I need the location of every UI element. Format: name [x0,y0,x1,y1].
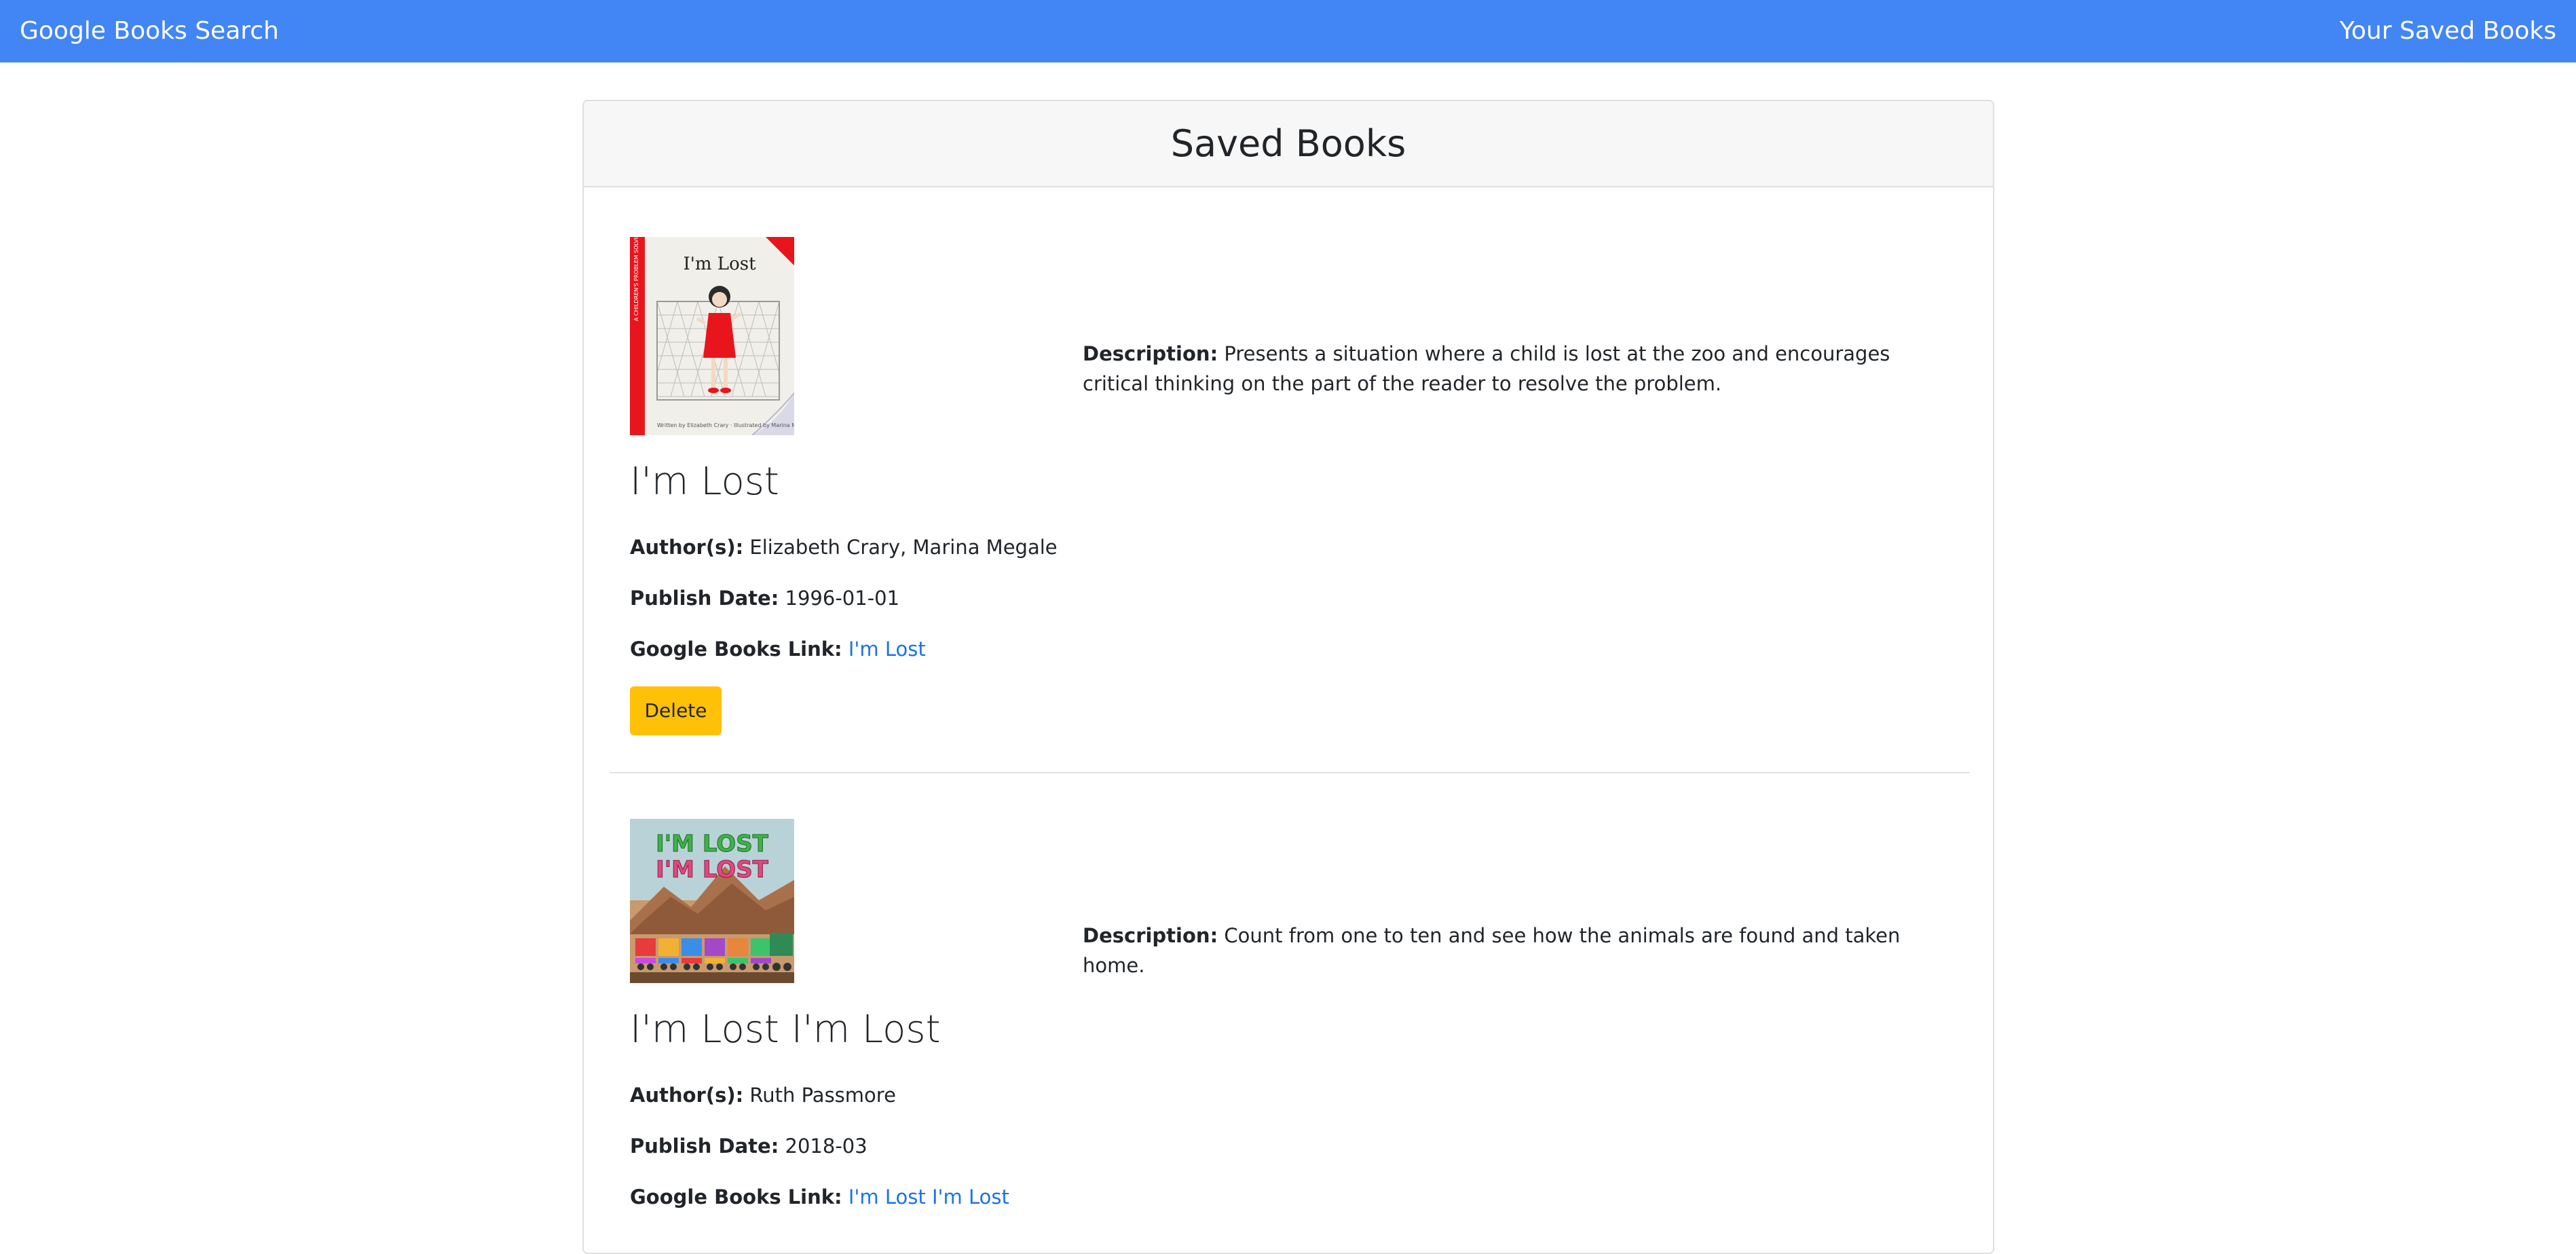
navbar: Google Books Search Your Saved Books [0,0,2576,62]
navbar-brand[interactable]: Google Books Search [20,0,279,62]
book-authors: Author(s): Ruth Passmore [630,1084,896,1107]
publish-date-label: Publish Date: [630,587,779,610]
authors-label: Author(s): [630,1084,744,1107]
description-label: Description: [1083,924,1218,947]
book-authors: Author(s): Elizabeth Crary, Marina Megal… [630,536,1058,559]
cover-title-text: I'm Lost [683,254,756,274]
authors-label: Author(s): [630,536,744,559]
card-title: Saved Books [584,101,1993,187]
google-books-link[interactable]: I'm Lost [848,638,926,661]
book-title: I'm Lost [630,460,779,504]
svg-text:A CHILDREN'S PROBLEM SOLVING B: A CHILDREN'S PROBLEM SOLVING BOOK [633,237,639,321]
google-books-link[interactable]: I'm Lost I'm Lost [848,1185,1009,1209]
google-link-label: Google Books Link: [630,638,842,661]
book-cover-image: I'M LOST I'M LOST [630,819,794,983]
book-title: I'm Lost I'm Lost [630,1008,941,1052]
authors-value: Elizabeth Crary, Marina Megale [749,536,1058,559]
cover-title-text-line1: I'M LOST [656,830,769,857]
cover-title-text-line2: I'M LOST [656,856,769,883]
google-link-label: Google Books Link: [630,1185,842,1209]
book-divider [610,772,1970,773]
book-publish-date: Publish Date: 2018-03 [630,1135,867,1158]
book-description: Description: Presents a situation where … [1083,339,1958,399]
authors-value: Ruth Passmore [749,1084,896,1107]
book-publish-date: Publish Date: 1996-01-01 [630,587,899,610]
book-google-link: Google Books Link: I'm Lost I'm Lost [630,1185,1009,1209]
publish-date-label: Publish Date: [630,1135,779,1158]
saved-books-card: Saved Books A CHILDREN'S PROBLEM SOLVING… [582,100,1994,1254]
publish-date-value: 1996-01-01 [785,587,900,610]
saved-books-link[interactable]: Your Saved Books [2340,0,2556,62]
book-cover-image: A CHILDREN'S PROBLEM SOLVING BOOK I'm Lo… [630,237,794,435]
book-description: Description: Count from one to ten and s… [1083,921,1958,980]
delete-button[interactable]: Delete [630,686,722,735]
book-google-link: Google Books Link: I'm Lost [630,638,926,661]
description-label: Description: [1083,342,1218,365]
svg-text:Written by Elizabeth Crary · I: Written by Elizabeth Crary · Illustrated… [657,422,794,428]
publish-date-value: 2018-03 [785,1135,867,1158]
